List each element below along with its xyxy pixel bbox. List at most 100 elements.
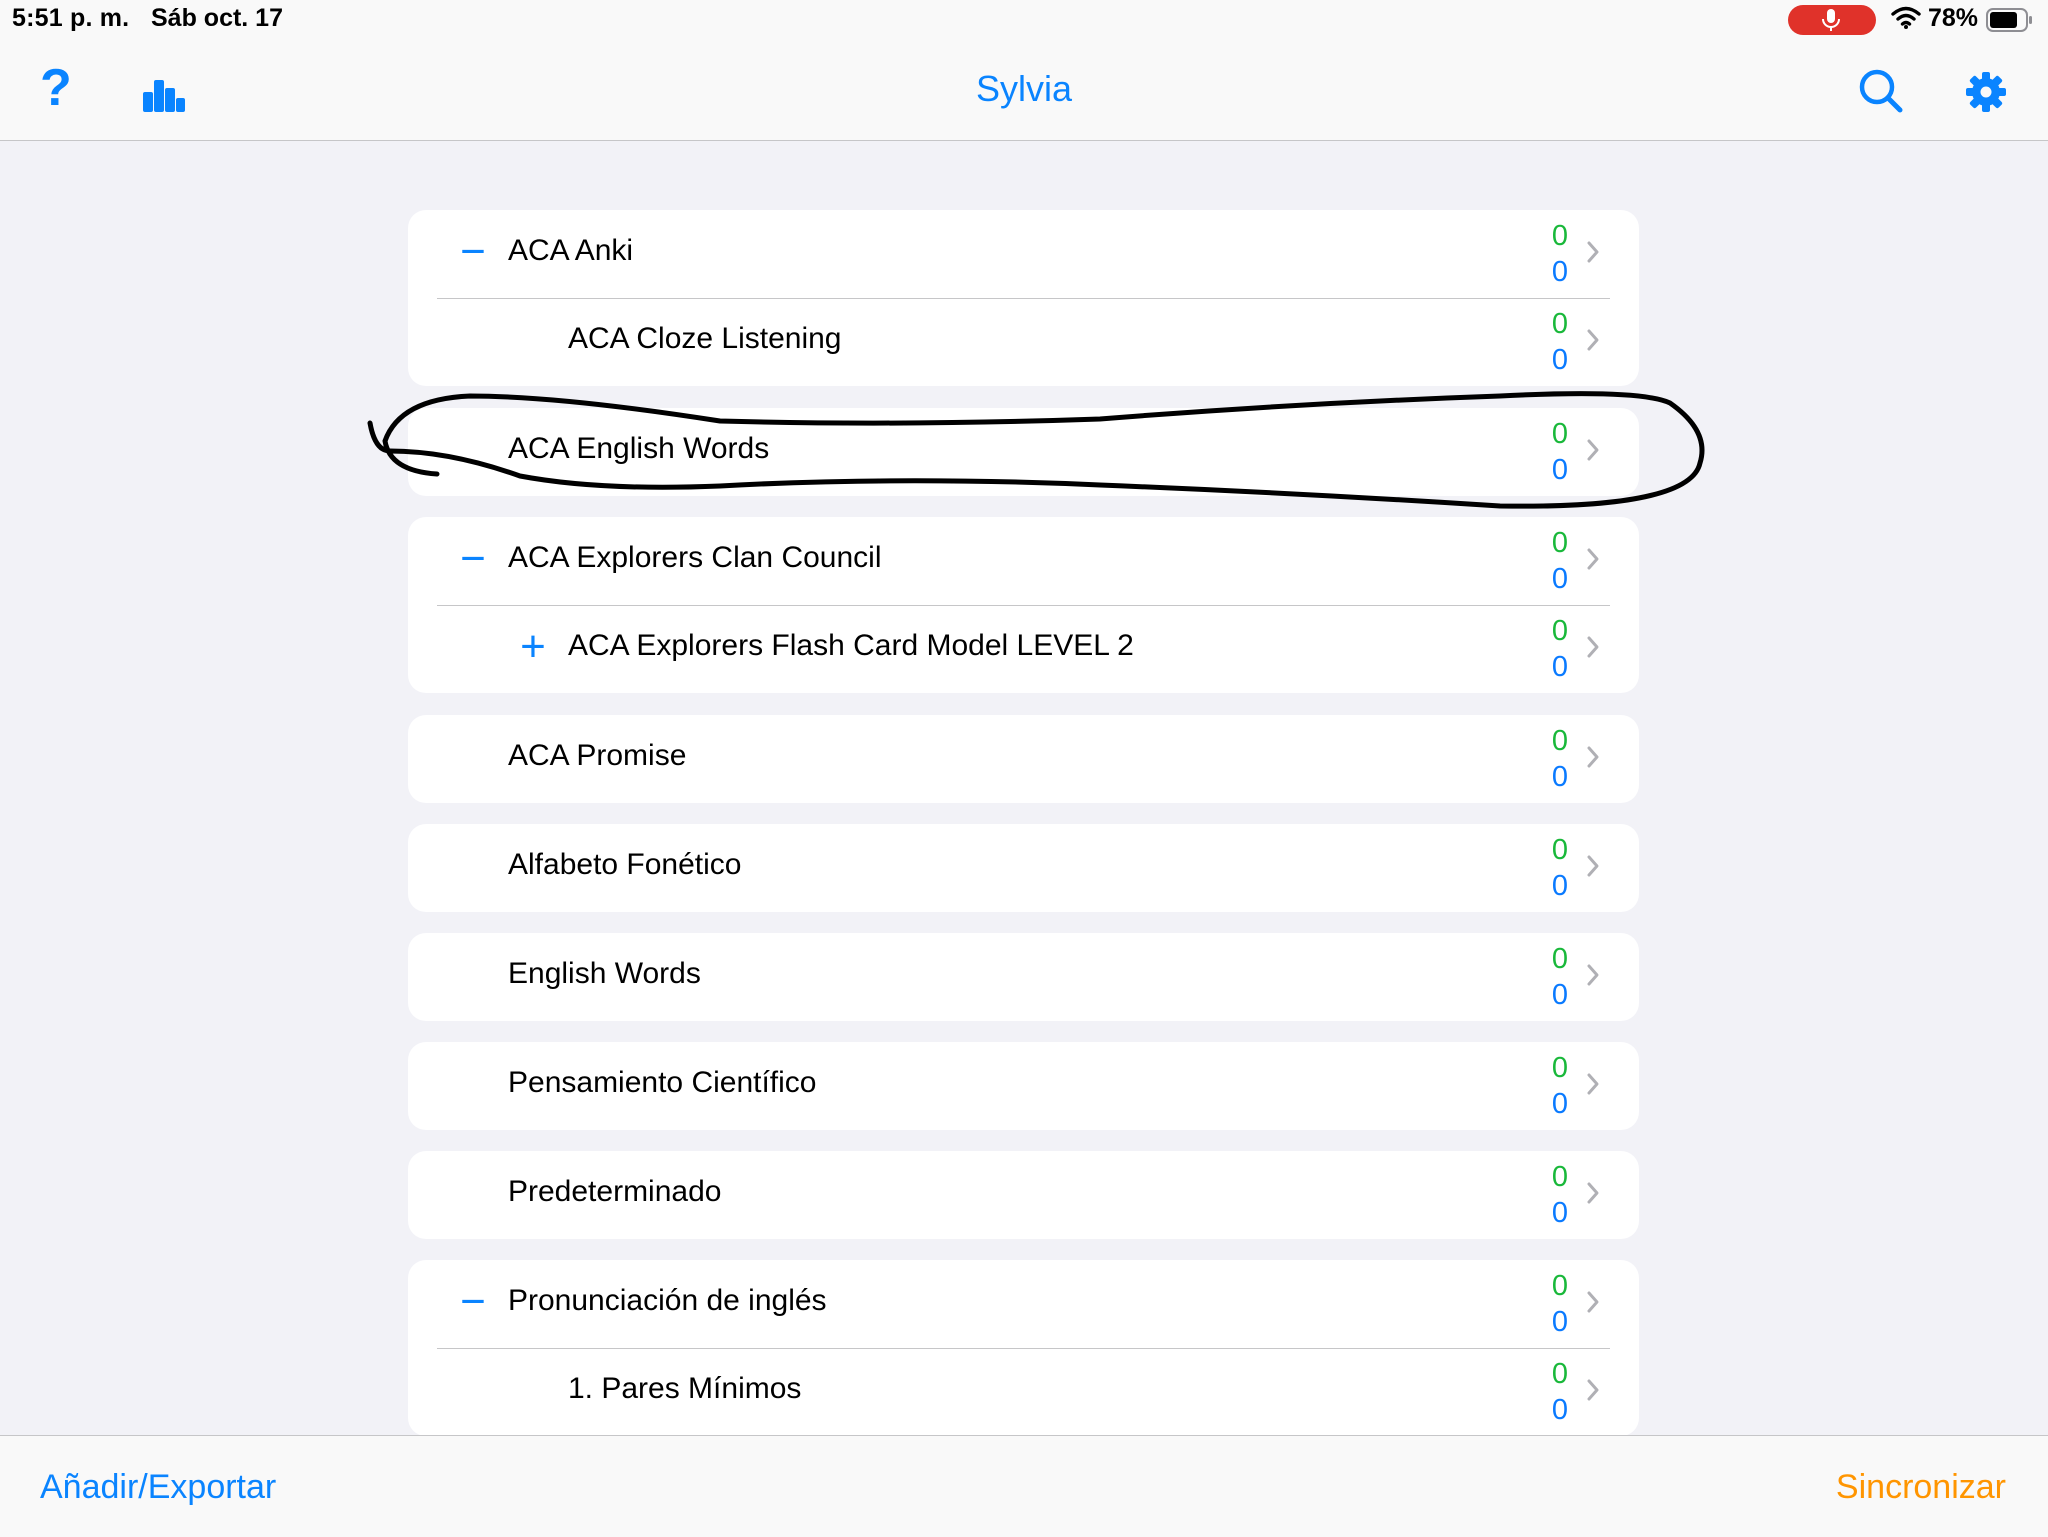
collapse-toggle[interactable] xyxy=(513,318,553,362)
deck-counts: 0 0 xyxy=(1548,1050,1572,1122)
deck-name: ACA Anki xyxy=(508,234,634,267)
due-count: 0 xyxy=(1551,1394,1569,1426)
new-count: 0 xyxy=(1551,418,1569,450)
chevron-right-icon xyxy=(1587,1291,1599,1313)
chevron-right-icon xyxy=(1587,964,1599,986)
deck-counts: 0 0 xyxy=(1548,416,1572,488)
deck-row[interactable]: English Words 0 0 xyxy=(408,933,1639,1021)
deck-row[interactable]: − ACA Explorers Clan Council 0 0 xyxy=(408,517,1639,605)
page-title: Sylvia xyxy=(975,68,1073,109)
bottom-toolbar: Añadir/Exportar Sincronizar xyxy=(0,1435,2048,1537)
deck-row[interactable]: ACA English Words 0 0 xyxy=(408,408,1639,496)
deck-list[interactable]: − ACA Anki 0 0 ACA Cloze Listening 0 0 A… xyxy=(0,141,2048,1435)
due-count: 0 xyxy=(1551,454,1569,486)
wifi-icon xyxy=(1891,6,1921,29)
chevron-right-icon xyxy=(1587,329,1599,351)
collapse-toggle[interactable]: − xyxy=(453,1280,493,1324)
chevron-right-icon xyxy=(1587,1379,1599,1401)
due-count: 0 xyxy=(1551,563,1569,595)
new-count: 0 xyxy=(1551,615,1569,647)
deck-counts: 0 0 xyxy=(1548,306,1572,378)
deck-group: ACA Promise 0 0 xyxy=(408,715,1639,803)
deck-row[interactable]: 1. Pares Mínimos 0 0 xyxy=(408,1348,1639,1435)
deck-row[interactable]: − ACA Anki 0 0 xyxy=(408,210,1639,298)
new-count: 0 xyxy=(1551,220,1569,252)
add-export-button[interactable]: Añadir/Exportar xyxy=(40,1468,276,1507)
deck-name: Pensamiento Científico xyxy=(508,1066,817,1099)
deck-group: − ACA Explorers Clan Council 0 0 + ACA E… xyxy=(408,517,1639,693)
deck-counts: 0 0 xyxy=(1548,941,1572,1013)
deck-group: Alfabeto Fonético 0 0 xyxy=(408,824,1639,912)
due-count: 0 xyxy=(1551,256,1569,288)
deck-counts: 0 0 xyxy=(1548,832,1572,904)
collapse-toggle[interactable] xyxy=(513,1368,553,1412)
new-count: 0 xyxy=(1551,834,1569,866)
deck-row[interactable]: ACA Cloze Listening 0 0 xyxy=(408,298,1639,386)
deck-counts: 0 0 xyxy=(1548,1268,1572,1340)
deck-name: Pronunciación de inglés xyxy=(508,1284,827,1317)
new-count: 0 xyxy=(1551,527,1569,559)
due-count: 0 xyxy=(1551,1306,1569,1338)
sync-button[interactable]: Sincronizar xyxy=(1836,1468,2006,1507)
chevron-right-icon xyxy=(1587,548,1599,570)
deck-row[interactable]: Pensamiento Científico 0 0 xyxy=(408,1042,1639,1130)
status-bar: 5:51 p. m. Sáb oct. 17 78% xyxy=(0,0,2048,40)
new-count: 0 xyxy=(1551,725,1569,757)
microphone-icon xyxy=(1822,9,1840,31)
gear-icon[interactable] xyxy=(1964,70,2008,114)
deck-group: English Words 0 0 xyxy=(408,933,1639,1021)
chevron-right-icon xyxy=(1587,241,1599,263)
due-count: 0 xyxy=(1551,870,1569,902)
new-count: 0 xyxy=(1551,1161,1569,1193)
deck-name: ACA Explorers Clan Council xyxy=(508,541,882,574)
chevron-right-icon xyxy=(1587,636,1599,658)
deck-row[interactable]: + ACA Explorers Flash Card Model LEVEL 2… xyxy=(408,605,1639,693)
deck-row[interactable]: − Pronunciación de inglés 0 0 xyxy=(408,1260,1639,1348)
deck-counts: 0 0 xyxy=(1548,1159,1572,1231)
deck-name: ACA English Words xyxy=(508,432,770,465)
deck-group: Predeterminado 0 0 xyxy=(408,1151,1639,1239)
deck-name: 1. Pares Mínimos xyxy=(568,1372,802,1405)
expand-toggle[interactable]: + xyxy=(513,625,553,669)
deck-counts: 0 0 xyxy=(1548,613,1572,685)
deck-counts: 0 0 xyxy=(1548,525,1572,597)
due-count: 0 xyxy=(1551,651,1569,683)
navigation-bar: ? Sylvia xyxy=(0,40,2048,141)
deck-name: ACA Cloze Listening xyxy=(568,322,842,355)
chevron-right-icon xyxy=(1587,746,1599,768)
new-count: 0 xyxy=(1551,943,1569,975)
due-count: 0 xyxy=(1551,1088,1569,1120)
deck-row[interactable]: Alfabeto Fonético 0 0 xyxy=(408,824,1639,912)
deck-counts: 0 0 xyxy=(1548,1356,1572,1428)
deck-counts: 0 0 xyxy=(1548,723,1572,795)
deck-group: Pensamiento Científico 0 0 xyxy=(408,1042,1639,1130)
due-count: 0 xyxy=(1551,1197,1569,1229)
deck-name: ACA Promise xyxy=(508,739,687,772)
due-count: 0 xyxy=(1551,761,1569,793)
battery-percentage: 78% xyxy=(1928,4,1979,32)
deck-name: English Words xyxy=(508,957,701,990)
deck-group: ACA English Words 0 0 xyxy=(408,408,1639,496)
microphone-recording-indicator[interactable] xyxy=(1788,5,1876,35)
battery-icon xyxy=(1986,8,2032,32)
new-count: 0 xyxy=(1551,1358,1569,1390)
deck-name: Predeterminado xyxy=(508,1175,722,1208)
due-count: 0 xyxy=(1551,979,1569,1011)
deck-counts: 0 0 xyxy=(1548,218,1572,290)
new-count: 0 xyxy=(1551,308,1569,340)
deck-name: Alfabeto Fonético xyxy=(508,848,742,881)
search-icon[interactable] xyxy=(1858,68,1904,114)
status-time: 5:51 p. m. xyxy=(12,4,130,32)
chevron-right-icon xyxy=(1587,439,1599,461)
collapse-toggle[interactable]: − xyxy=(453,537,493,581)
due-count: 0 xyxy=(1551,344,1569,376)
chevron-right-icon xyxy=(1587,1073,1599,1095)
deck-row[interactable]: ACA Promise 0 0 xyxy=(408,715,1639,803)
deck-name: ACA Explorers Flash Card Model LEVEL 2 xyxy=(568,629,1134,662)
chevron-right-icon xyxy=(1587,1182,1599,1204)
deck-row[interactable]: Predeterminado 0 0 xyxy=(408,1151,1639,1239)
status-date: Sáb oct. 17 xyxy=(151,4,283,32)
deck-group: − Pronunciación de inglés 0 0 1. Pares M… xyxy=(408,1260,1639,1435)
new-count: 0 xyxy=(1551,1052,1569,1084)
collapse-toggle[interactable]: − xyxy=(453,230,493,274)
